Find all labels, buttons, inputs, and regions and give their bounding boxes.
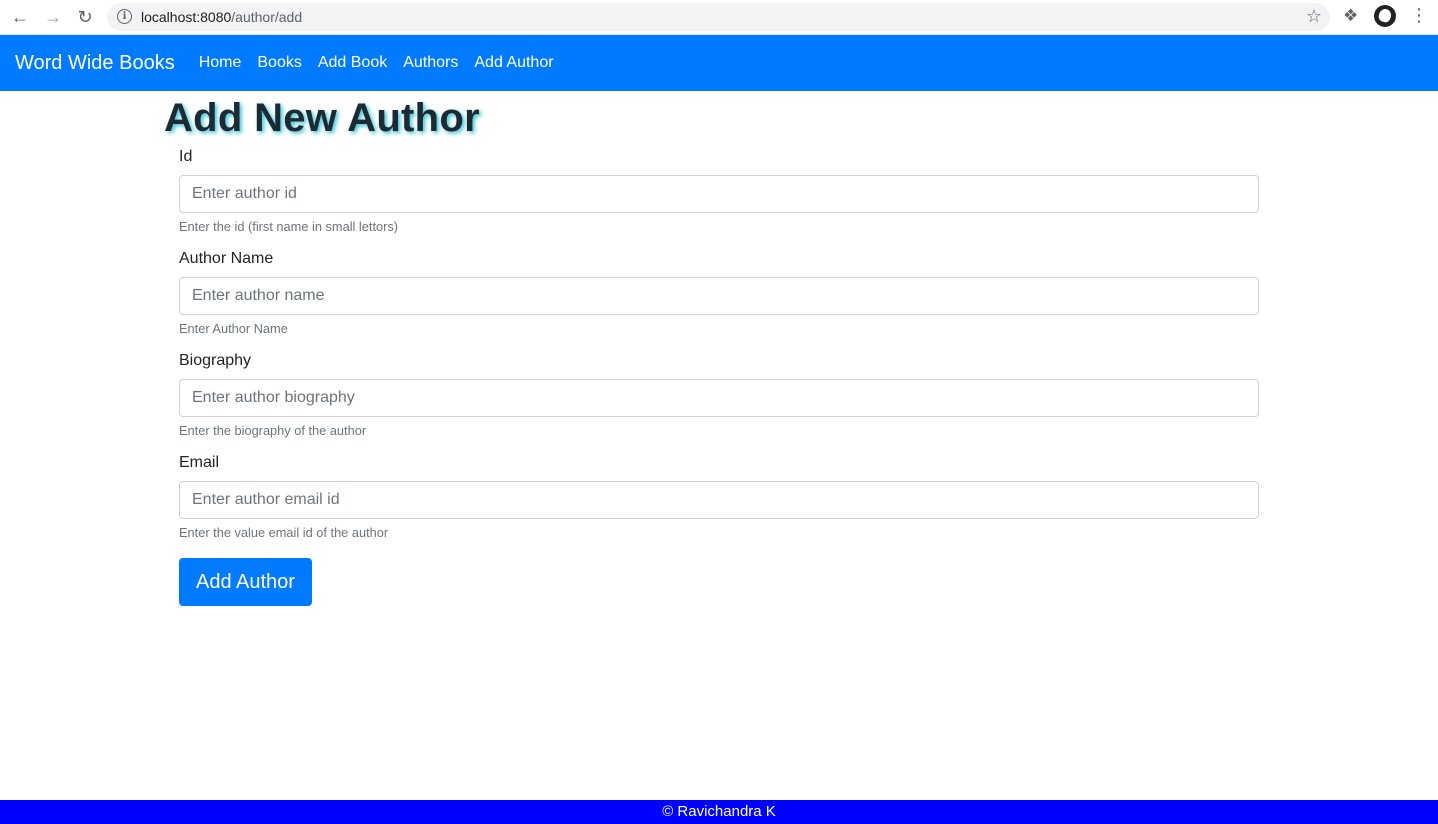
id-help: Enter the id (first name in small lettor… xyxy=(179,219,399,234)
email-form-group: Email Enter the value email id of the au… xyxy=(179,454,1274,540)
forward-icon[interactable]: → xyxy=(41,6,65,28)
id-form-group: Id Enter the id (first name in small let… xyxy=(179,148,1274,234)
footer: © Ravichandra K xyxy=(0,800,1438,824)
menu-icon[interactable]: ⋮ xyxy=(1410,6,1428,24)
extensions-icon[interactable]: ❖ xyxy=(1343,6,1358,26)
nav-link-add-book[interactable]: Add Book xyxy=(318,54,387,72)
nav-link-add-author[interactable]: Add Author xyxy=(474,54,553,72)
add-author-button[interactable]: Add Author xyxy=(179,558,312,606)
reload-icon[interactable]: ↻ xyxy=(73,6,97,28)
biography-label: Biography xyxy=(179,352,252,369)
back-icon[interactable]: ← xyxy=(8,6,32,28)
nav-link-books[interactable]: Books xyxy=(257,54,301,72)
address-bar[interactable]: i localhost:8080/author/add ☆ xyxy=(107,3,1330,31)
id-label: Id xyxy=(179,148,193,165)
star-icon[interactable]: ☆ xyxy=(1306,6,1322,27)
main-content: Add New Author Id Enter the id (first na… xyxy=(164,91,1274,606)
email-help: Enter the value email id of the author xyxy=(179,525,389,540)
nav-link-authors[interactable]: Authors xyxy=(403,54,458,72)
avatar[interactable] xyxy=(1374,5,1396,27)
navbar: Word Wide Books Home Books Add Book Auth… xyxy=(0,35,1438,91)
browser-toolbar: ← → ↻ i localhost:8080/author/add ☆ ❖ ⋮ xyxy=(0,0,1438,35)
page-title: Add New Author xyxy=(164,96,481,140)
name-label: Author Name xyxy=(179,250,274,267)
biography-form-group: Biography Enter the biography of the aut… xyxy=(179,352,1274,438)
nav-link-home[interactable]: Home xyxy=(199,54,242,72)
name-help: Enter Author Name xyxy=(179,321,288,336)
email-label: Email xyxy=(179,454,220,471)
add-author-form: Id Enter the id (first name in small let… xyxy=(164,148,1274,606)
url-text[interactable]: localhost:8080/author/add xyxy=(141,9,302,25)
biography-help: Enter the biography of the author xyxy=(179,423,367,438)
email-input[interactable] xyxy=(179,481,1259,519)
id-input[interactable] xyxy=(179,175,1259,213)
info-icon[interactable]: i xyxy=(117,9,132,24)
navbar-brand[interactable]: Word Wide Books xyxy=(15,52,175,75)
name-form-group: Author Name Enter Author Name xyxy=(179,250,1274,336)
biography-input[interactable] xyxy=(179,379,1259,417)
name-input[interactable] xyxy=(179,277,1259,315)
